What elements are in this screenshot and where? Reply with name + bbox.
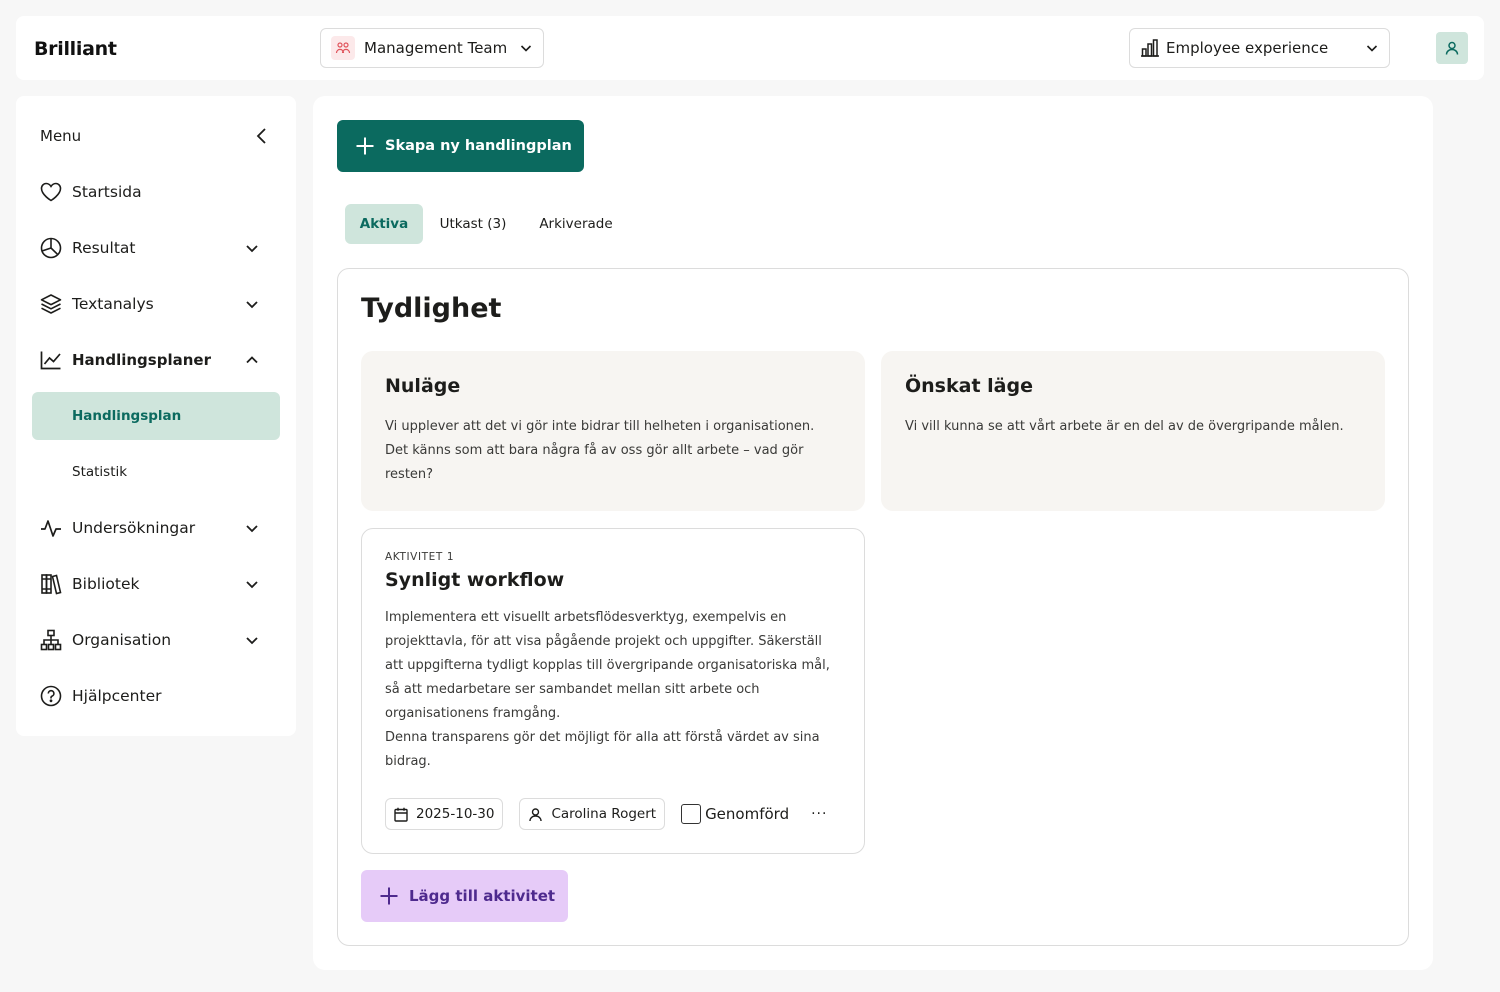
top-bar: Brilliant Management Team Employee exper… bbox=[16, 16, 1484, 80]
menu-header: Menu bbox=[40, 120, 272, 152]
plus-icon bbox=[355, 136, 375, 156]
chevron-up-icon bbox=[244, 352, 268, 368]
sidebar-item-undersokningar[interactable]: Undersökningar bbox=[40, 512, 276, 544]
activity-description-part-1: Implementera ett visuellt arbetsflödesve… bbox=[385, 610, 830, 721]
sidebar-subitem-statistik[interactable]: Statistik bbox=[32, 448, 280, 496]
sidebar-item-hjalpcenter[interactable]: Hjälpcenter bbox=[40, 680, 276, 712]
trend-chart-icon bbox=[40, 350, 64, 370]
sidebar-subitem-handlingsplan[interactable]: Handlingsplan bbox=[32, 392, 280, 440]
calendar-icon bbox=[394, 807, 408, 822]
main-panel: Skapa ny handlingplan Aktiva Utkast (3) … bbox=[313, 96, 1433, 970]
bar-chart-icon bbox=[1140, 39, 1160, 57]
chevron-down-icon bbox=[244, 576, 268, 592]
activity-card: AKTIVITET 1 Synligt workflow Implementer… bbox=[361, 528, 865, 854]
heart-icon bbox=[40, 182, 64, 202]
team-selector-label: Management Team bbox=[364, 39, 508, 57]
sidebar-item-startsida[interactable]: Startsida bbox=[40, 176, 276, 208]
menu-label: Menu bbox=[40, 127, 82, 145]
user-icon bbox=[528, 807, 543, 822]
sidebar-item-label: Handlingsplaner bbox=[72, 351, 211, 369]
sidebar-item-handlingsplaner[interactable]: Handlingsplaner bbox=[40, 344, 276, 376]
completed-label: Genomförd bbox=[705, 805, 790, 823]
team-selector[interactable]: Management Team bbox=[320, 28, 544, 68]
sidebar-item-textanalys[interactable]: Textanalys bbox=[40, 288, 276, 320]
tab-aktiva[interactable]: Aktiva bbox=[345, 204, 423, 244]
chevron-down-icon bbox=[519, 41, 533, 55]
sidebar-item-label: Hjälpcenter bbox=[72, 687, 162, 705]
sidebar-item-label: Resultat bbox=[72, 239, 136, 257]
checkbox-box[interactable] bbox=[681, 804, 702, 824]
activity-description-part-2: Denna transparens gör det möjligt för al… bbox=[385, 730, 820, 769]
chevron-down-icon bbox=[1365, 41, 1379, 55]
desired-state-text: Vi vill kunna se att vårt arbete är en d… bbox=[905, 419, 1344, 434]
tab-utkast[interactable]: Utkast (3) bbox=[427, 204, 519, 244]
plus-icon bbox=[379, 886, 399, 906]
sidebar-item-label: Startsida bbox=[72, 183, 142, 201]
activity-description: Implementera ett visuellt arbetsflödesve… bbox=[385, 606, 841, 774]
survey-type-label: Employee experience bbox=[1166, 39, 1329, 57]
chevron-down-icon bbox=[244, 520, 268, 536]
add-activity-button[interactable]: Lägg till aktivitet bbox=[361, 870, 568, 922]
sidebar-item-label: Organisation bbox=[72, 631, 172, 649]
collapse-menu-chevron-left-icon[interactable] bbox=[252, 126, 272, 146]
help-circle-icon bbox=[40, 685, 64, 707]
sidebar-item-label: Textanalys bbox=[72, 295, 154, 313]
activity-number: AKTIVITET 1 bbox=[385, 551, 455, 563]
user-avatar-button[interactable] bbox=[1436, 32, 1468, 64]
chevron-down-icon bbox=[244, 632, 268, 648]
tab-arkiverade[interactable]: Arkiverade bbox=[529, 204, 623, 244]
desired-state-box: Önskat läge Vi vill kunna se att vårt ar… bbox=[881, 351, 1385, 511]
completed-checkbox[interactable]: Genomförd bbox=[681, 804, 789, 824]
create-action-plan-label: Skapa ny handlingplan bbox=[385, 138, 572, 154]
pie-chart-icon bbox=[40, 237, 64, 259]
action-plan-card: Tydlighet Nuläge Vi upplever att det vi … bbox=[337, 268, 1409, 946]
sidebar-item-bibliotek[interactable]: Bibliotek bbox=[40, 568, 276, 600]
team-icon bbox=[331, 36, 355, 60]
chevron-down-icon bbox=[244, 240, 268, 256]
current-state-text: Vi upplever att det vi gör inte bidrar t… bbox=[385, 419, 815, 482]
activity-title: Synligt workflow bbox=[385, 569, 565, 591]
sidebar: Menu Startsida Resultat Textanalys Handl… bbox=[16, 96, 296, 736]
sidebar-item-label: Bibliotek bbox=[72, 575, 140, 593]
sidebar-item-resultat[interactable]: Resultat bbox=[40, 232, 276, 264]
activity-meta-row: 2025-10-30 Carolina Rogert Genomförd ··· bbox=[385, 798, 827, 830]
current-state-box: Nuläge Vi upplever att det vi gör inte b… bbox=[361, 351, 865, 511]
books-icon bbox=[40, 573, 64, 595]
layers-icon bbox=[40, 293, 64, 315]
assignee-name: Carolina Rogert bbox=[551, 806, 657, 822]
due-date-chip[interactable]: 2025-10-30 bbox=[385, 798, 504, 830]
add-activity-label: Lägg till aktivitet bbox=[409, 887, 556, 905]
assignee-chip[interactable]: Carolina Rogert bbox=[519, 798, 666, 830]
survey-type-selector[interactable]: Employee experience bbox=[1129, 28, 1390, 68]
current-state-title: Nuläge bbox=[385, 375, 461, 397]
activity-icon bbox=[40, 518, 64, 538]
chevron-down-icon bbox=[244, 296, 268, 312]
plan-title: Tydlighet bbox=[361, 293, 502, 324]
create-action-plan-button[interactable]: Skapa ny handlingplan bbox=[337, 120, 584, 172]
more-options-icon[interactable]: ··· bbox=[811, 807, 827, 821]
org-chart-icon bbox=[40, 629, 64, 651]
user-icon bbox=[1444, 40, 1460, 56]
sidebar-item-organisation[interactable]: Organisation bbox=[40, 624, 276, 656]
desired-state-title: Önskat läge bbox=[905, 375, 1033, 397]
sidebar-item-label: Undersökningar bbox=[72, 519, 196, 537]
brand-logo[interactable]: Brilliant bbox=[34, 38, 117, 60]
due-date-value: 2025-10-30 bbox=[416, 806, 495, 822]
